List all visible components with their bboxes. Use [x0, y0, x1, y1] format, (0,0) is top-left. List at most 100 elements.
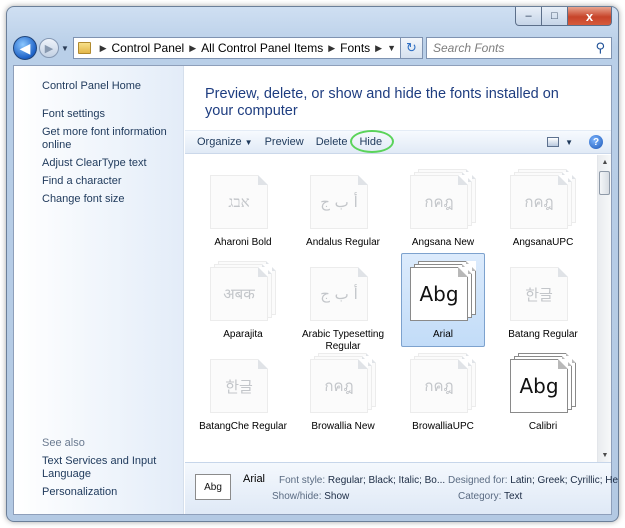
font-sample: กคฎ	[524, 193, 554, 211]
font-item[interactable]: Abg Calibri	[501, 345, 585, 439]
font-item[interactable]: กคฎ Browallia New	[301, 345, 385, 439]
font-sample: กคฎ	[424, 377, 454, 395]
font-file-icon: กคฎ	[410, 169, 476, 229]
font-file-icon: अबक	[210, 261, 276, 321]
refresh-icon: ↻	[406, 40, 417, 55]
view-options-dropdown[interactable]: ▼	[565, 138, 573, 147]
font-item[interactable]: أ ب ج Andalus Regular	[301, 161, 385, 255]
scroll-thumb[interactable]	[599, 171, 610, 195]
category-value: Text	[503, 491, 523, 502]
breadcrumb-control-panel[interactable]: Control Panel	[112, 41, 185, 55]
font-item-label: AngsanaUPC	[512, 237, 574, 248]
font-item-label: Browallia New	[311, 421, 375, 432]
font-sample: Abg	[419, 282, 459, 306]
fonts-window: – □ x ◀ ▶ ▼ ▶ Control Panel ▶ All Contro…	[6, 6, 619, 522]
change-font-size-link[interactable]: Change font size	[42, 193, 180, 206]
font-style-value: Regular; Black; Italic; Bo...	[327, 475, 446, 486]
font-file-icon: กคฎ	[510, 169, 576, 229]
font-item[interactable]: 한글 BatangChe Regular	[199, 345, 287, 439]
font-item-label: Arial	[432, 329, 453, 340]
help-icon[interactable]: ?	[589, 135, 603, 149]
category-row: Category: Text	[458, 491, 522, 502]
more-font-info-link[interactable]: Get more font information online	[42, 126, 180, 152]
adjust-cleartype-link[interactable]: Adjust ClearType text	[42, 157, 180, 170]
forward-arrow-icon: ▶	[44, 42, 54, 55]
command-bar: Organize ▼ Preview Delete Hide ▼ ?	[185, 130, 611, 154]
font-file-icon: Abg	[410, 261, 476, 321]
font-item[interactable]: กคฎ BrowalliaUPC	[401, 345, 485, 439]
forward-button[interactable]: ▶	[39, 38, 59, 58]
breadcrumb-all-items[interactable]: All Control Panel Items	[201, 41, 323, 55]
chevron-right-icon[interactable]: ▶	[375, 43, 382, 54]
main-pane: Preview, delete, or show and hide the fo…	[185, 66, 618, 514]
chevron-right-icon[interactable]: ▶	[100, 43, 107, 54]
font-file-icon: أ ب ج	[310, 261, 376, 321]
font-file-icon: أ ب ج	[310, 169, 376, 229]
preview-button[interactable]: Preview	[259, 136, 310, 148]
view-controls: ▼ ?	[547, 135, 603, 149]
font-settings-link[interactable]: Font settings	[42, 108, 180, 121]
font-grid: אבג Aharoni Bold أ ب ج Andalus Regular กคฎ An…	[185, 155, 597, 462]
font-sample: अबक	[223, 285, 255, 303]
details-pane: Abg Arial Font style: Regular; Black; It…	[185, 462, 618, 514]
font-file-icon: กคฎ	[310, 353, 376, 413]
organize-label: Organize	[197, 136, 242, 148]
scroll-down-icon[interactable]: ▼	[598, 448, 612, 462]
control-panel-home-link[interactable]: Control Panel Home	[42, 80, 141, 93]
font-item[interactable]: أ ب ج Arabic Typesetting Regular	[301, 253, 385, 352]
font-file-icon: אבג	[210, 169, 276, 229]
task-links: Font settings Get more font information …	[42, 108, 180, 211]
show-hide-row: Show/hide: Show	[272, 491, 349, 502]
change-view-icon[interactable]	[547, 137, 560, 147]
font-preview-thumbnail: Abg	[195, 474, 231, 500]
maximize-button[interactable]: □	[542, 7, 568, 26]
chevron-right-icon[interactable]: ▶	[189, 43, 196, 54]
address-dropdown-icon[interactable]: ▼	[387, 43, 396, 53]
personalization-link[interactable]: Personalization	[42, 486, 180, 499]
font-item-label: BatangChe Regular	[199, 421, 287, 432]
breadcrumb-fonts[interactable]: Fonts	[340, 41, 370, 55]
font-item[interactable]: Abg Arial	[401, 253, 485, 347]
task-pane: Control Panel Home Font settings Get mor…	[14, 66, 184, 514]
selected-font-name: Arial	[243, 473, 266, 485]
font-item-label: Angsana New	[411, 237, 475, 248]
search-input[interactable]	[433, 41, 596, 55]
minimize-button[interactable]: –	[515, 7, 542, 26]
hide-button[interactable]: Hide	[350, 130, 395, 153]
font-sample: أ ب ج	[320, 193, 358, 211]
search-icon[interactable]: ⚲	[595, 40, 605, 56]
font-item[interactable]: 한글 Batang Regular	[501, 253, 585, 347]
close-icon: x	[585, 8, 594, 24]
font-sample: กคฎ	[324, 377, 354, 395]
font-style-label: Font style:	[279, 475, 326, 486]
font-sample: أ ب ج	[320, 285, 358, 303]
close-button[interactable]: x	[568, 7, 612, 26]
maximize-icon: □	[551, 10, 558, 22]
font-sample: אבג	[228, 192, 250, 211]
font-item-label: Aparajita	[223, 329, 263, 340]
delete-button[interactable]: Delete	[310, 136, 354, 148]
font-item[interactable]: กคฎ AngsanaUPC	[501, 161, 585, 255]
recent-pages-button[interactable]: ▼	[59, 44, 71, 53]
font-item-label: Aharoni Bold	[214, 237, 272, 248]
find-character-link[interactable]: Find a character	[42, 175, 180, 188]
font-item[interactable]: अबक Aparajita	[201, 253, 285, 347]
minimize-icon: –	[525, 10, 532, 22]
scroll-up-icon[interactable]: ▲	[598, 155, 612, 169]
font-item[interactable]: กคฎ Angsana New	[401, 161, 485, 255]
search-box[interactable]: ⚲	[426, 37, 612, 59]
font-file-icon: 한글	[510, 261, 576, 321]
back-button[interactable]: ◀	[13, 36, 37, 60]
organize-button[interactable]: Organize ▼	[191, 136, 259, 148]
text-services-link[interactable]: Text Services and Input Language	[42, 455, 180, 481]
refresh-button[interactable]: ↻	[401, 37, 423, 59]
chevron-right-icon[interactable]: ▶	[328, 43, 335, 54]
font-file-icon: 한글	[210, 353, 276, 413]
category-label: Category:	[458, 491, 502, 502]
see-also-links: Text Services and Input Language Persona…	[42, 455, 180, 504]
font-file-icon: Abg	[510, 353, 576, 413]
font-item[interactable]: אבג Aharoni Bold	[201, 161, 285, 255]
font-sample: 한글	[525, 285, 553, 304]
vertical-scrollbar[interactable]: ▲ ▼	[597, 155, 611, 462]
address-bar[interactable]: ▶ Control Panel ▶ All Control Panel Item…	[73, 37, 401, 59]
